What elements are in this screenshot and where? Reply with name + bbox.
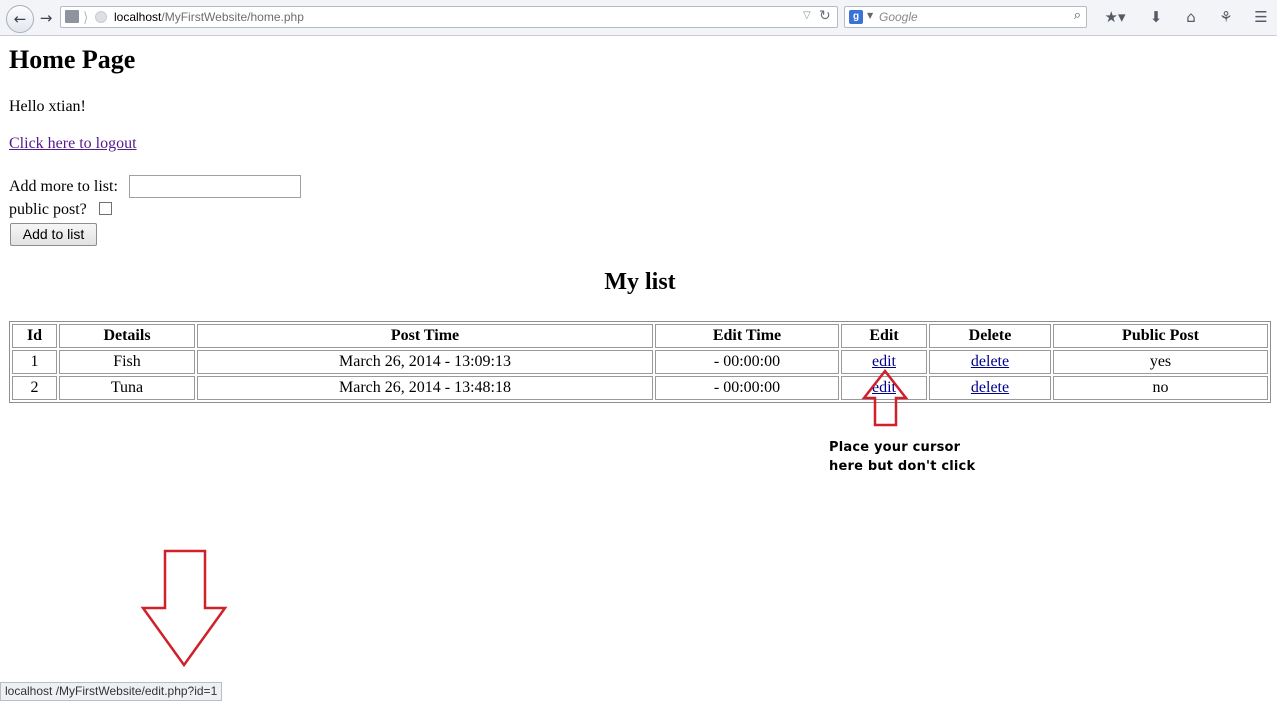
status-bar: localhost /MyFirstWebsite/edit.php?id=1 bbox=[0, 682, 223, 701]
down-arrow-icon bbox=[140, 549, 228, 668]
status-host: localhost bbox=[5, 684, 53, 698]
annotation-overlay bbox=[140, 368, 909, 668]
up-arrow-icon bbox=[861, 368, 909, 427]
status-path: /MyFirstWebsite/edit.php?id=1 bbox=[55, 684, 218, 698]
annotation-note: Place your cursor here but don't click bbox=[829, 440, 976, 474]
